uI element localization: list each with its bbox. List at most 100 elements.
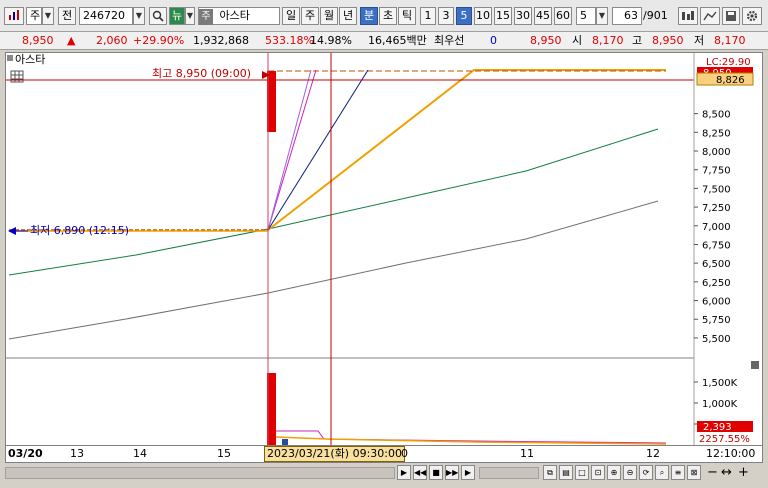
price-change-pct: +29.90% (133, 34, 185, 47)
custom-minute-input[interactable]: 5 (576, 7, 596, 25)
volume-pct-tag: 2257.55% (699, 434, 750, 445)
settings-icon[interactable] (742, 7, 762, 25)
low-label: 저 (694, 34, 705, 47)
zoom-minus-button[interactable]: − (707, 464, 718, 482)
open-label: 시 (572, 34, 583, 47)
ma-line-orange (267, 69, 666, 231)
stock-name-field[interactable]: 주 아스타 (198, 7, 280, 25)
zoom-plus-button[interactable]: + (738, 464, 749, 482)
search-icon[interactable] (149, 7, 167, 25)
minute-10-button[interactable]: 10 (474, 7, 492, 25)
volume-ratio: 533.18% (265, 34, 314, 47)
refresh-icon[interactable]: ⟳ (639, 465, 653, 480)
zoom-in-icon[interactable]: ⊕ (607, 465, 621, 480)
scroll-right-icon[interactable]: ▶ (461, 465, 475, 480)
period-year-button[interactable]: 년 (339, 7, 357, 25)
time-axis: 03/20 13 14 15 2023/03/21(화) 09:30:00 0 … (5, 445, 763, 463)
limit-label: LC:29.90 (706, 57, 751, 68)
arrow-up-icon: ▲ (67, 34, 76, 47)
copy-icon[interactable]: ⧉ (543, 465, 557, 480)
zoom-fit-icon[interactable]: ⊡ (591, 465, 605, 480)
scroll-bar[interactable]: ▶ ◀◀ ■ ▶▶ ▶ ⧉ ▤ □ ⊡ ⊕ ⊖ ⟳ ⌕ ≡ ⊠ − ↔ + (5, 463, 763, 483)
axis-label-15: 15 (217, 447, 231, 460)
stop-icon[interactable]: ■ (429, 465, 443, 480)
window-icon[interactable]: □ (575, 465, 589, 480)
price-tick-label: 5,500 (702, 334, 731, 345)
minute-60-button[interactable]: 60 (554, 7, 572, 25)
axis-label-0: 0 (401, 447, 408, 460)
toggle-icon[interactable]: ≡ (671, 465, 685, 480)
best-ask-value: 0 (490, 34, 497, 47)
zoom-handle-icon[interactable]: ↔ (721, 464, 732, 482)
high-annotation: 최고 8,950 (09:00) (152, 67, 251, 80)
period-week-button[interactable]: 주 (301, 7, 319, 25)
period-month-button[interactable]: 월 (320, 7, 338, 25)
expand-left-icon[interactable]: ⊠ (687, 465, 701, 480)
expand-icon[interactable] (751, 361, 759, 369)
zoom-track[interactable] (479, 467, 539, 479)
scroll-track[interactable] (5, 467, 395, 479)
turnover: 14.98% (310, 34, 352, 47)
minute-1-button[interactable]: 1 (420, 7, 436, 25)
magnify-icon[interactable]: ⌕ (655, 465, 669, 480)
toolbar: 주 ▼ 전 246720 ▼ 뉴 ▼ 주 아스타 일 주 월 년 분 초 틱 1… (0, 0, 768, 32)
minute-15-button[interactable]: 15 (494, 7, 512, 25)
chevron-down-icon[interactable]: ▼ (42, 7, 54, 25)
chevron-down-icon[interactable]: ▼ (596, 7, 608, 25)
minute-45-button[interactable]: 45 (534, 7, 552, 25)
last-page-icon[interactable]: ▶▶ (445, 465, 459, 480)
period-type-select[interactable]: 주 (26, 7, 42, 25)
minute-3-button[interactable]: 3 (438, 7, 454, 25)
axis-label-date: 03/20 (8, 447, 43, 460)
best-bid-value: 8,950 (530, 34, 562, 47)
stock-prefix: 주 (199, 9, 213, 25)
scroll-right-icon[interactable]: ▶ (397, 465, 411, 480)
ma-line-green (8, 128, 659, 276)
volume-tick-label: 1,000K (702, 399, 738, 410)
price-tick-label: 7,000 (702, 222, 731, 233)
price-change: 2,060 (96, 34, 128, 47)
page-current-input[interactable]: 63 (612, 7, 642, 25)
high-value: 8,950 (652, 34, 684, 47)
price-tick-label: 6,000 (702, 297, 731, 308)
grid-icon[interactable] (678, 7, 698, 25)
axis-label-11: 11 (520, 447, 534, 460)
minute-5-button[interactable]: 5 (456, 7, 472, 25)
layout-icon[interactable]: ▤ (559, 465, 573, 480)
ma-line-gray (8, 200, 659, 340)
save-icon[interactable] (722, 7, 740, 25)
first-page-icon[interactable]: ◀◀ (413, 465, 427, 480)
stock-name: 아스타 (219, 9, 250, 22)
zoom-out-icon[interactable]: ⊖ (623, 465, 637, 480)
price-tick-label: 5,750 (702, 315, 731, 326)
volume-tag: 2,393 (703, 422, 732, 433)
period-tick-button[interactable]: 틱 (398, 7, 416, 25)
price-tick-label: 7,750 (702, 166, 731, 177)
price-chart[interactable]: 아스타 최고 8,950 (09:00) 최저 6,890 (12:15) 8,… (6, 53, 762, 445)
news-button[interactable]: 뉴 (169, 7, 185, 25)
chart-type-icon[interactable] (700, 7, 720, 25)
chart-panel[interactable]: 아스타 최고 8,950 (09:00) 최저 6,890 (12:15) 8,… (5, 52, 763, 462)
volume-tick-label: 1,500K (702, 378, 738, 389)
page-total: /901 (643, 9, 668, 22)
period-minute-button[interactable]: 분 (360, 7, 378, 25)
legend-name: 아스타 (15, 53, 45, 66)
high-label: 고 (632, 34, 643, 47)
cursor-time-label: 2023/03/21(화) 09:30:00 (264, 446, 406, 462)
open-value: 8,170 (592, 34, 624, 47)
low-annotation: 최저 6,890 (12:15) (30, 224, 129, 237)
period-second-button[interactable]: 초 (379, 7, 397, 25)
chart-menu-icon[interactable] (4, 7, 24, 25)
chevron-down-icon[interactable]: ▼ (133, 7, 145, 25)
minute-30-button[interactable]: 30 (514, 7, 532, 25)
chevron-down-icon[interactable]: ▼ (185, 7, 195, 25)
ma-line-navy (267, 69, 369, 231)
price-tick-label: 8,250 (702, 128, 731, 139)
price-tick-label: 7,500 (702, 184, 731, 195)
market-select[interactable]: 전 (58, 7, 76, 25)
legend-marker (7, 55, 13, 61)
current-price: 8,950 (22, 34, 54, 47)
stock-code-input[interactable]: 246720 (79, 7, 133, 25)
ma-tag: 8,826 (716, 75, 745, 86)
period-day-button[interactable]: 일 (282, 7, 300, 25)
